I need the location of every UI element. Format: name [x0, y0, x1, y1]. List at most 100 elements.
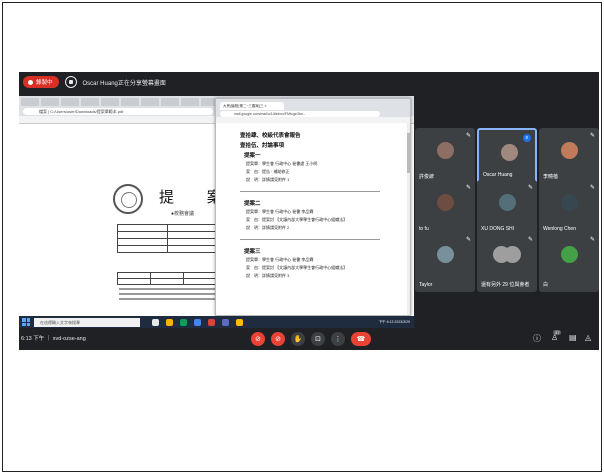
browser-tab[interactable]: [41, 98, 59, 106]
camera-off-icon[interactable]: ⊘: [271, 332, 285, 346]
taskbar-clock[interactable]: 下午 6:13 2023/3/29: [379, 320, 410, 325]
email-heading: 壹拾肆、校級代表會報告: [240, 133, 301, 139]
task-view-icon[interactable]: [152, 318, 159, 326]
browser-tab[interactable]: [121, 98, 139, 106]
participant-name: 許俊諺: [419, 174, 435, 180]
windows-start-icon[interactable]: [22, 318, 30, 326]
gmail-browser-chrome: 大會(議程)第二~三審案(三 × mail.google.com/mail/u/…: [216, 99, 410, 123]
avatar: [499, 194, 516, 211]
avatar: [561, 246, 578, 263]
presenter-label: Oscar Huang正在分享螢幕畫面: [82, 80, 166, 87]
present-screen-icon[interactable]: ⊡: [311, 332, 325, 346]
proposal-line[interactable]: 說 明：詳情請見附件 1: [246, 177, 289, 183]
participant-tile[interactable]: ✎ Taylor: [415, 232, 475, 292]
participant-tile[interactable]: ✎ to fu: [415, 180, 475, 236]
pdf-address-bar[interactable]: 檔案 | C:/Users/user/Downloads/提案單範本.pdf: [23, 108, 213, 115]
mic-off-icon: ✎: [589, 133, 595, 139]
more-icon[interactable]: ⋮: [331, 332, 345, 346]
participant-name: Taylor: [419, 282, 433, 288]
proposal-title: 提案三: [244, 249, 261, 255]
people-icon[interactable]: 37 ♙: [551, 330, 562, 342]
browser-tab[interactable]: [161, 98, 179, 106]
avatar: [501, 144, 518, 161]
file-explorer-icon[interactable]: [166, 318, 173, 326]
proposal-line: 提案單：學生會 行政中心 秘書 李品霖: [246, 257, 314, 262]
participant-name: Oscar Huang: [483, 172, 513, 178]
more-participants-tile[interactable]: ✎ 還有另外 29 位與會者: [477, 232, 537, 292]
taskbar-search-input[interactable]: 在這裡輸入文字來搜尋: [34, 317, 140, 327]
app-icon[interactable]: [208, 318, 215, 326]
proposal-line: 案 由：提案討 【文讓內部大學學生會行政中心組織法】: [246, 265, 348, 270]
email-heading: 壹拾伍、討論事項: [240, 143, 285, 149]
meet-control-bar: 6:13 下午 ｜ xvd-ozse-ang ⊘ ⊘ ✋ ⊡ ⋮ ☎ ⓘ 37 ♙…: [19, 328, 599, 350]
avatar: [437, 246, 454, 263]
record-icon: [28, 79, 33, 85]
proposal-line: 案 由：提告 · 補助修正: [246, 169, 290, 174]
browser-tab[interactable]: [141, 98, 159, 106]
avatar: [561, 142, 578, 159]
participant-tile[interactable]: ✎ 許俊諺: [415, 128, 475, 184]
mic-off-icon: ✎: [589, 237, 595, 243]
info-icon[interactable]: ⓘ: [533, 333, 541, 344]
gmail-window: 大會(議程)第二~三審案(三 × mail.google.com/mail/u/…: [215, 98, 411, 316]
recording-label: 錄製中: [36, 80, 53, 86]
browser-tab[interactable]: [61, 98, 79, 106]
participant-tile[interactable]: ≡ Oscar Huang: [477, 128, 537, 184]
activities-icon[interactable]: ◬: [585, 333, 591, 342]
mic-off-icon: ✎: [527, 185, 533, 191]
teams-icon[interactable]: [222, 318, 229, 326]
people-count-badge: 37: [553, 330, 562, 335]
chrome-profile-icon[interactable]: [236, 318, 243, 326]
present-icon: [64, 76, 77, 88]
participant-tile[interactable]: ✎ Wenlong Chen: [539, 180, 599, 236]
shared-screen: 檔案 | C:/Users/user/Downloads/提案單範本.pdf 提…: [19, 96, 414, 316]
scrollbar[interactable]: [407, 123, 410, 315]
edge-icon[interactable]: [180, 318, 187, 326]
pdf-page: 提 案 ●校務會議: [19, 124, 222, 316]
proposal-title: 提案一: [244, 153, 261, 159]
mic-off-icon: ✎: [465, 185, 471, 191]
proposal-form-table: [117, 224, 217, 253]
participant-tile[interactable]: ✎ XU DONG SHI: [477, 180, 537, 236]
browser-tab[interactable]: [21, 98, 39, 106]
mic-off-icon: ✎: [589, 185, 595, 191]
proposal-line[interactable]: 說 明：詳情請見附件 3: [246, 273, 289, 279]
proposal-line[interactable]: 說 明：詳情請見附件 2: [246, 225, 289, 231]
divider: [240, 239, 380, 240]
hand-icon[interactable]: ✋: [291, 332, 305, 346]
system-tray: 下午 6:13 2023/3/29: [379, 320, 410, 325]
document-subheading: ●校務會議: [171, 211, 195, 217]
browser-tab[interactable]: [81, 98, 99, 106]
avatar: [504, 246, 521, 263]
chat-icon[interactable]: ▤: [569, 333, 577, 342]
school-seal-icon: [113, 184, 143, 214]
screenshot-frame: 錄製中 Oscar Huang正在分享螢幕畫面 檔案 | C:/Users/us…: [2, 2, 602, 472]
mic-off-icon: ✎: [465, 237, 471, 243]
email-body: 壹拾肆、校級代表會報告 壹拾伍、討論事項 提案一 提案單：學生會 行政中心 秘書…: [216, 123, 410, 315]
taskbar-apps: [152, 318, 243, 326]
meet-window: 錄製中 Oscar Huang正在分享螢幕畫面 檔案 | C:/Users/us…: [19, 72, 599, 350]
participant-name: 還有另外 29 位與會者: [481, 282, 530, 288]
participant-tile[interactable]: ✎ 白: [539, 232, 599, 292]
browser-tab[interactable]: [101, 98, 119, 106]
participant-tile[interactable]: ✎ 李曉蓓: [539, 128, 599, 184]
hangup-icon[interactable]: ☎: [351, 332, 371, 346]
document-text-lines: [119, 288, 215, 303]
windows-taskbar: 在這裡輸入文字來搜尋 下午 6:13 2023/3/29: [19, 316, 414, 328]
participant-name: 李曉蓓: [543, 174, 559, 180]
browser-tab[interactable]: [181, 98, 199, 106]
pdf-tab-strip: [21, 98, 219, 107]
top-banner: 錄製中 Oscar Huang正在分享螢幕畫面: [19, 72, 599, 92]
mic-off-icon[interactable]: ⊘: [251, 332, 265, 346]
chrome-icon[interactable]: [194, 318, 201, 326]
proposal-title: 提案二: [244, 201, 261, 207]
mic-off-icon: ✎: [465, 133, 471, 139]
divider: [240, 191, 380, 192]
proposal-detail-table: [117, 272, 217, 285]
speaking-indicator-icon: ≡: [523, 134, 531, 142]
proposal-line: 提案單：學生會 行政中心 秘書處 王小明: [246, 161, 318, 166]
proposal-line: 案 由：提案討 【文讓內部大學學生會行政中心組織法】: [246, 217, 348, 222]
gmail-tab[interactable]: 大會(議程)第二~三審案(三 ×: [220, 102, 284, 110]
recording-indicator[interactable]: 錄製中: [23, 76, 59, 88]
proposal-line: 提案單：學生會 行政中心 秘書 李品霖: [246, 209, 314, 214]
